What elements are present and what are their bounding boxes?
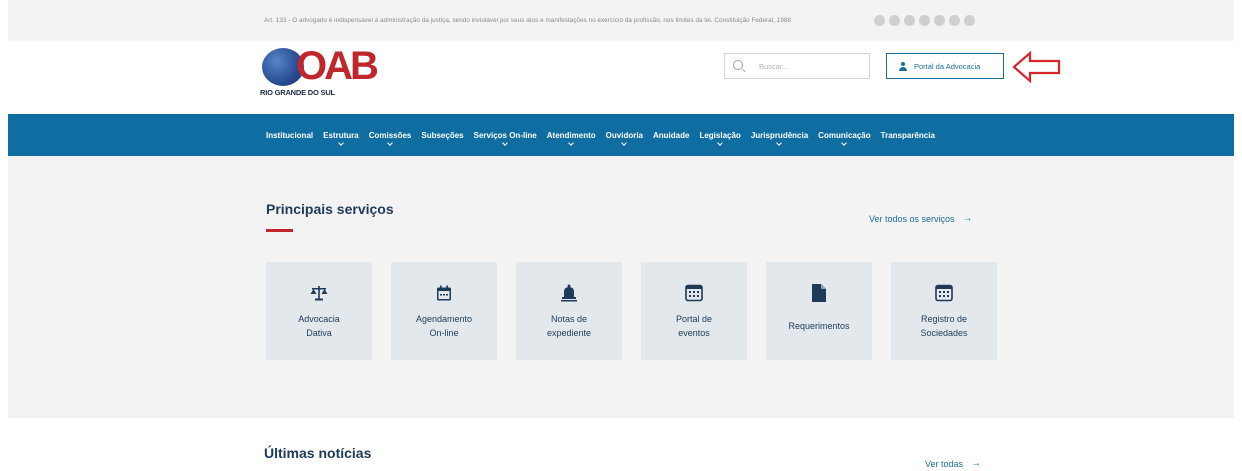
nav-list: Institucional Estrutura Comissões Subseções… (261, 114, 940, 156)
social-links (874, 15, 975, 26)
search-box (724, 53, 870, 79)
see-all-news-label: Ver todas (925, 458, 964, 469)
scales-icon (310, 284, 328, 302)
chevron-down-icon (621, 140, 628, 146)
facebook-icon[interactable] (874, 15, 885, 26)
document-icon (810, 284, 828, 302)
nav-item-label: Transparência (880, 131, 935, 140)
see-all-services-link[interactable]: Ver todos os serviços → (869, 213, 973, 224)
card-label: Portal de eventos (675, 314, 713, 338)
card-label: Registro de Sociedades (920, 314, 968, 338)
logo-subtitle: RIO GRANDE DO SUL (260, 88, 335, 97)
nav-item-label: Comunicação (818, 131, 871, 140)
chevron-down-icon (568, 140, 575, 146)
nav-item-servi-os-on-line[interactable]: Serviços On-line (469, 114, 542, 156)
service-card-registro-sociedades[interactable]: Registro de Sociedades (891, 262, 997, 360)
services-section: Principais serviços Ver todos os serviço… (8, 156, 1234, 418)
page: Art. 133 - O advogado é indispensável à … (0, 0, 1242, 471)
nav-item-label: Estrutura (323, 131, 359, 140)
user-icon (899, 61, 907, 71)
arrow-right-icon: → (971, 458, 982, 469)
nav-item-label: Comissões (368, 131, 412, 140)
nav-item-institucional[interactable]: Institucional (261, 114, 318, 156)
service-card-agendamento[interactable]: Agendamento On-line (391, 262, 497, 360)
bell-icon (560, 284, 578, 302)
logo-letters: OAB (296, 44, 379, 88)
services-title: Principais serviços (266, 201, 394, 217)
chevron-down-icon (387, 140, 393, 146)
arrow-right-icon: → (962, 213, 973, 224)
service-card-advocacia-dativa[interactable]: Advocacia Dativa (266, 262, 372, 360)
nav-item-label: Jurisprudência (750, 131, 809, 140)
card-label: Agendamento On-line (415, 314, 473, 338)
calendar-icon (435, 284, 453, 302)
nav-item-atendimento[interactable]: Atendimento (542, 114, 601, 156)
search-input[interactable] (759, 60, 859, 73)
service-card-portal-eventos[interactable]: Portal de eventos (641, 262, 747, 360)
nav-item-label: Serviços On-line (473, 131, 537, 140)
site-header: OAB RIO GRANDE DO SUL Portal da Advocaci… (8, 41, 1234, 114)
chevron-down-icon (502, 140, 509, 146)
calendar-grid-icon (685, 284, 703, 302)
news-title: Últimas notícias (264, 445, 372, 461)
nav-item-subse-es[interactable]: Subseções (416, 114, 468, 156)
nav-item-label: Anuidade (653, 131, 690, 140)
nav-item-label: Subseções (421, 131, 464, 140)
portal-advocacia-label: Portal da Advocacia (914, 61, 981, 71)
flickr-icon[interactable] (949, 15, 960, 26)
chevron-down-icon (841, 140, 848, 146)
nav-item-comunica-o[interactable]: Comunicação (813, 114, 875, 156)
card-label: Requerimentos (788, 321, 850, 331)
nav-item-label: Atendimento (546, 131, 596, 140)
search-icon[interactable] (733, 60, 743, 70)
title-underline (266, 229, 293, 232)
nav-item-estrutura[interactable]: Estrutura (318, 114, 364, 156)
linkedin-icon[interactable] (934, 15, 945, 26)
chevron-down-icon (338, 140, 344, 146)
instagram-icon[interactable] (904, 15, 915, 26)
nav-item-comiss-es[interactable]: Comissões (364, 114, 417, 156)
calendar-grid-icon (935, 284, 953, 302)
twitter-icon[interactable] (889, 15, 900, 26)
constitution-quote: Art. 133 - O advogado é indispensável à … (264, 17, 791, 24)
nav-item-label: Legislação (699, 131, 741, 140)
card-label: Notas de expediente (546, 314, 592, 338)
main-nav: Institucional Estrutura Comissões Subseções… (8, 114, 1234, 156)
nav-item-anuidade[interactable]: Anuidade (648, 114, 694, 156)
nav-item-ouvidoria[interactable]: Ouvidoria (601, 114, 648, 156)
youtube-icon[interactable] (919, 15, 930, 26)
chevron-down-icon (776, 140, 783, 146)
nav-item-jurisprud-ncia[interactable]: Jurisprudência (746, 114, 813, 156)
spotify-icon[interactable] (964, 15, 975, 26)
nav-item-label: Institucional (266, 131, 314, 140)
portal-advocacia-button[interactable]: Portal da Advocacia (886, 53, 1004, 79)
nav-item-label: Ouvidoria (605, 131, 643, 140)
nav-item-legisla-o[interactable]: Legislação (694, 114, 745, 156)
see-all-news-link[interactable]: Ver todas → (925, 458, 981, 469)
annotation-arrow-icon (1012, 50, 1061, 84)
nav-item-transpar-ncia[interactable]: Transparência (876, 114, 940, 156)
see-all-services-label: Ver todos os serviços (869, 213, 955, 224)
service-card-requerimentos[interactable]: Requerimentos (766, 262, 872, 360)
top-strip: Art. 133 - O advogado é indispensável à … (8, 0, 1234, 41)
chevron-down-icon (717, 140, 723, 146)
service-card-notas-expediente[interactable]: Notas de expediente (516, 262, 622, 360)
service-cards: Advocacia Dativa Agendamento On-line Not… (266, 262, 997, 360)
card-label: Advocacia Dativa (298, 314, 340, 338)
oab-logo[interactable]: OAB RIO GRANDE DO SUL (256, 44, 379, 98)
